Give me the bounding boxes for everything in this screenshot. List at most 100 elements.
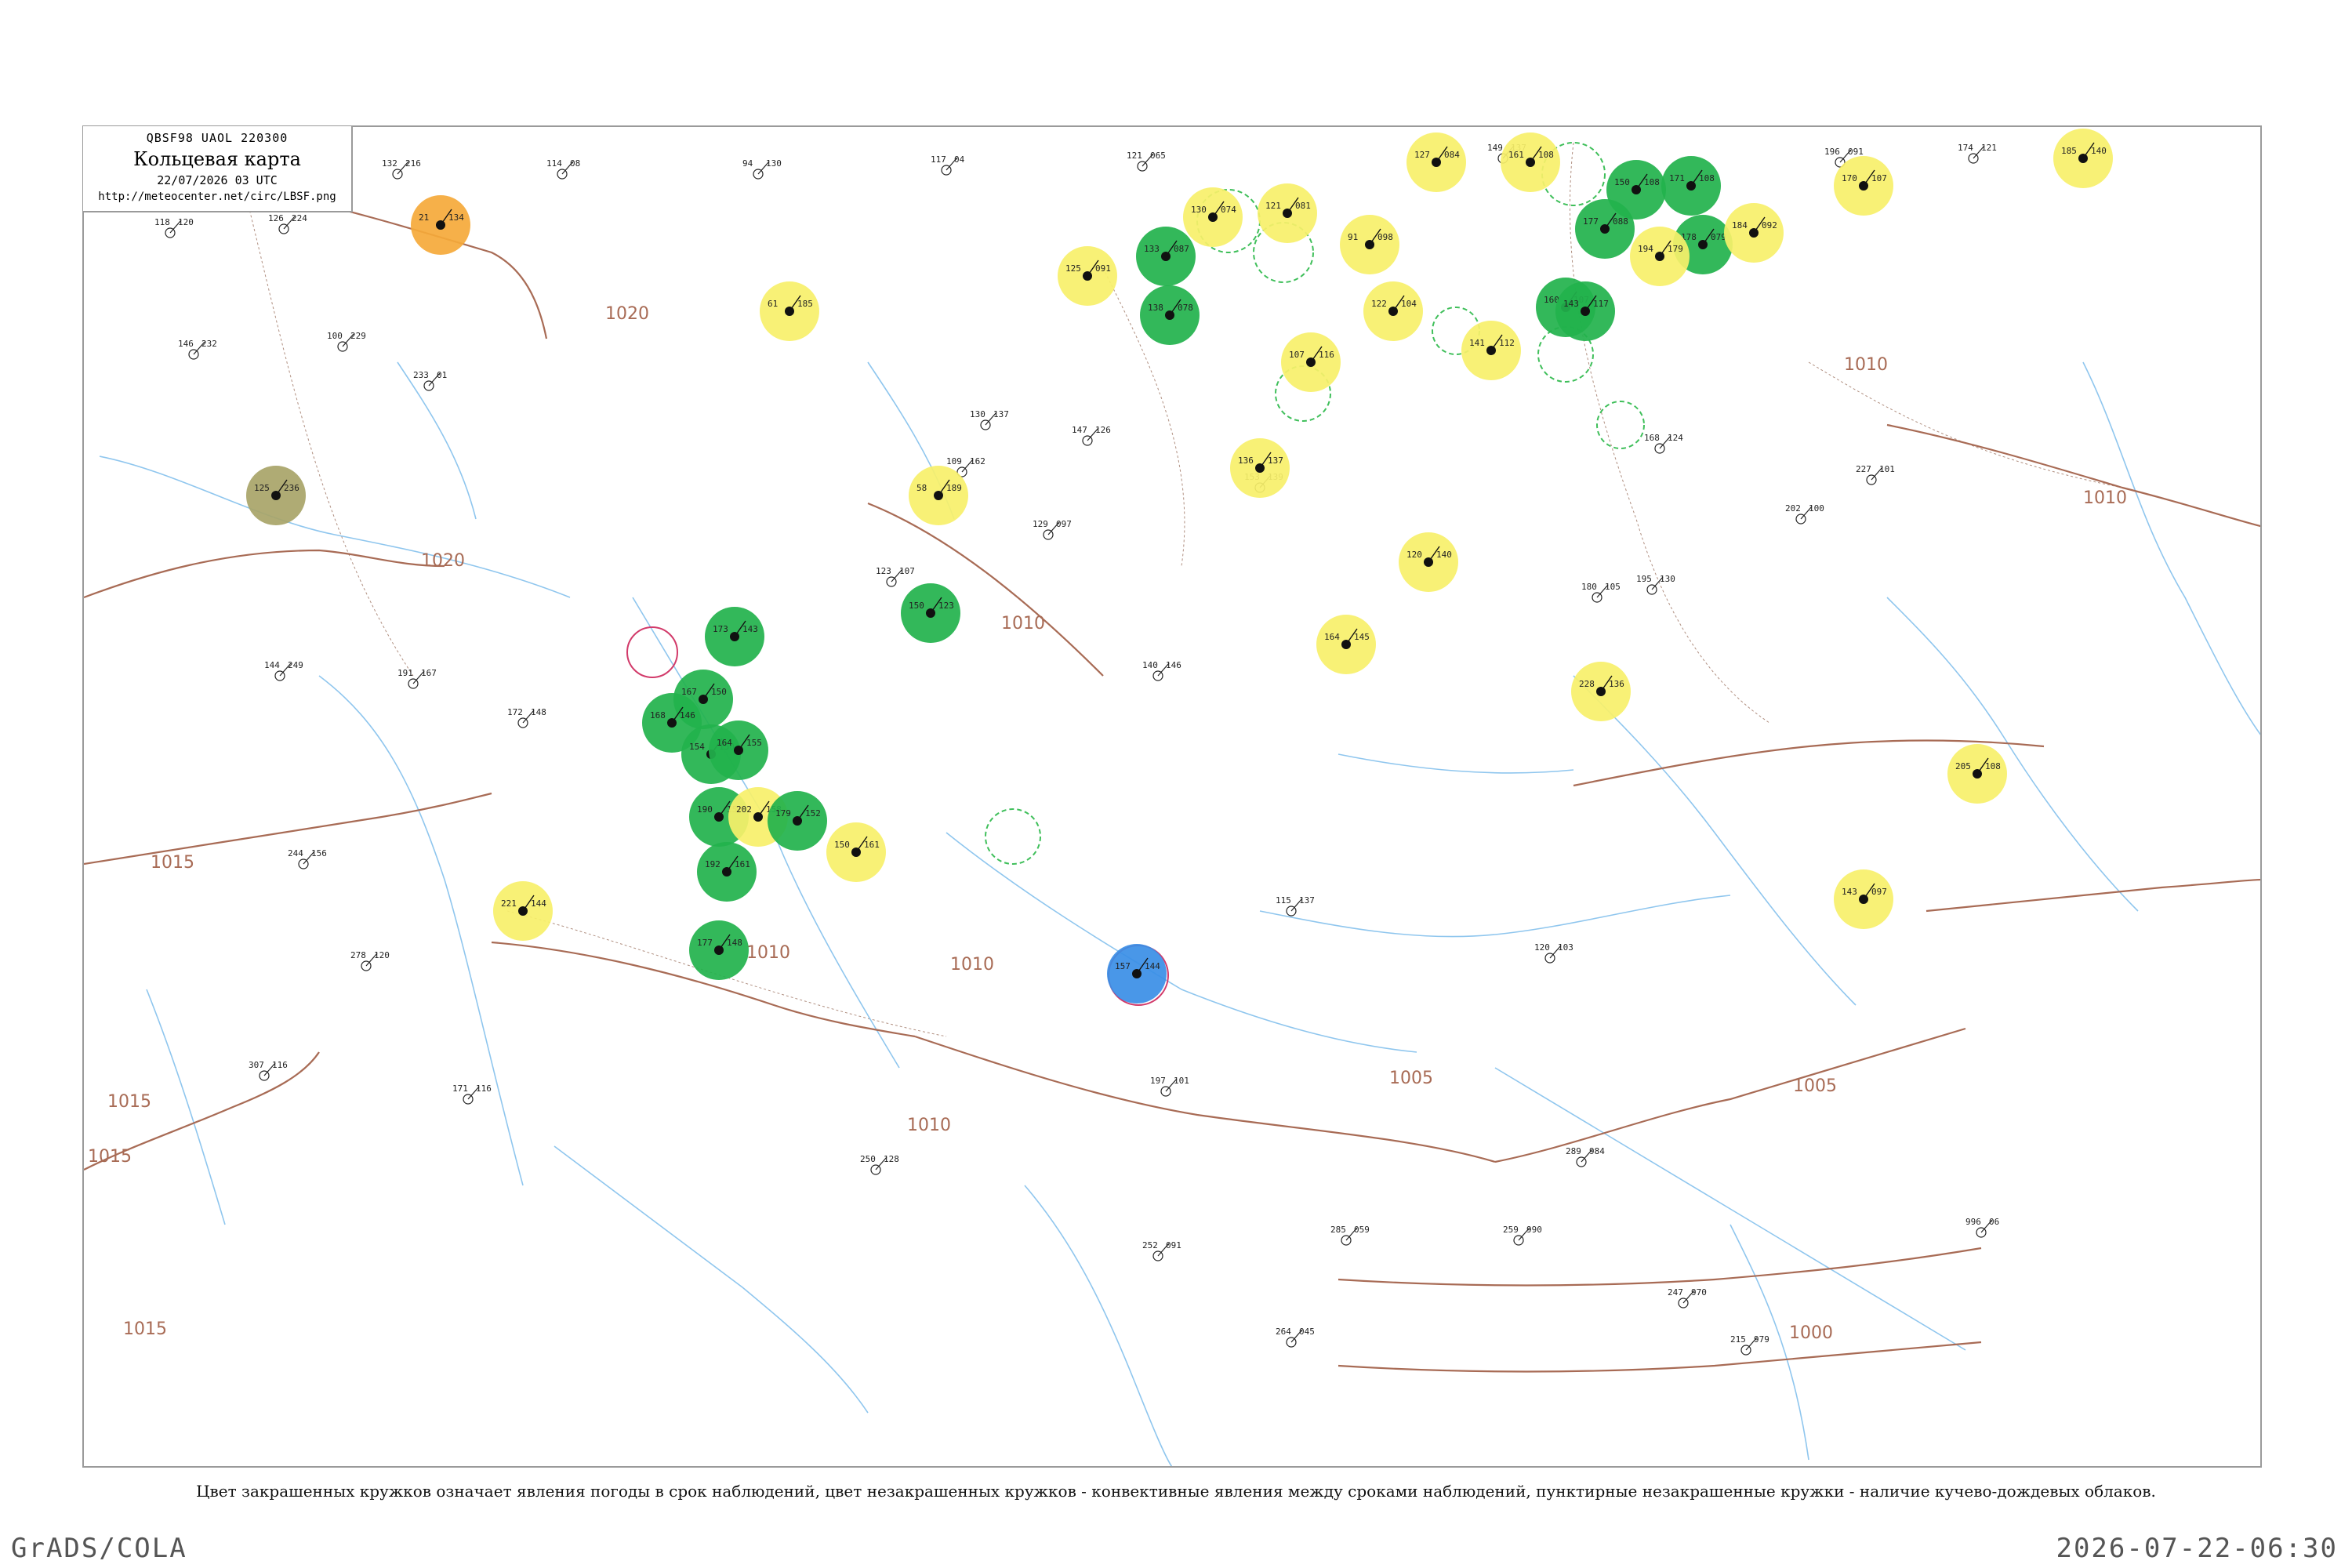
- station-pressure: 108: [1538, 150, 1554, 160]
- station-temperature: 195: [1636, 574, 1652, 584]
- station-pressure: 084: [1444, 150, 1460, 160]
- station-pressure: 091: [1166, 1240, 1181, 1250]
- station-pressure: 091: [1095, 263, 1111, 274]
- station-plot: 996 06: [1965, 1217, 1999, 1238]
- station-temperature: 180: [1581, 582, 1597, 592]
- station-temperature: 164: [1324, 632, 1340, 642]
- isobar-label: 1015: [151, 853, 194, 873]
- software-credit: GrADS/COLA: [11, 1533, 187, 1564]
- station-temperature: 227: [1856, 464, 1871, 474]
- station-pressure: 100: [1809, 503, 1824, 514]
- station-marker: [1388, 307, 1398, 316]
- station-temperature: 168: [1644, 433, 1660, 443]
- station-marker: [1306, 358, 1316, 367]
- station-temperature: 121: [1127, 151, 1142, 161]
- weather-station: 61 185: [760, 281, 819, 341]
- station-temperature: 157: [1115, 961, 1131, 971]
- station-plot: 252 091: [1142, 1240, 1181, 1261]
- station-plot: 144 249: [264, 660, 303, 681]
- station-temperature: 91: [1348, 232, 1358, 242]
- station-marker: [2078, 154, 2088, 163]
- station-pressure: 146: [1166, 660, 1181, 670]
- weather-station: 122 104: [1363, 281, 1423, 341]
- station-pressure: 103: [1558, 942, 1573, 953]
- station-plot: 259 990: [1503, 1225, 1542, 1246]
- weather-station: 221 144: [493, 881, 553, 941]
- station-marker: [734, 746, 743, 755]
- station-temperature: 141: [1469, 338, 1485, 348]
- station-temperature: 264: [1276, 1327, 1291, 1337]
- station-marker: [851, 848, 861, 857]
- station-temperature: 125: [1065, 263, 1081, 274]
- station-temperature: 136: [1238, 456, 1254, 466]
- station-pressure: 123: [938, 601, 954, 611]
- station-plot: 174 121: [1958, 143, 1997, 164]
- station-temperature: 140: [1142, 660, 1158, 670]
- station-pressure: 148: [531, 707, 546, 717]
- station-marker: [667, 718, 677, 728]
- station-marker: [436, 220, 445, 230]
- station-temperature: 196: [1824, 147, 1840, 157]
- station-pressure: 116: [1319, 350, 1334, 360]
- station-plot: 132 216: [382, 158, 421, 180]
- source-url[interactable]: http://meteocenter.net/circ/LBSF.png: [83, 191, 351, 203]
- station-marker: [1859, 895, 1868, 904]
- station-temperature: 202: [1785, 503, 1801, 514]
- weather-station: 171 108: [1661, 156, 1721, 216]
- station-pressure: 232: [201, 339, 217, 349]
- convective-rings: [626, 142, 1645, 1006]
- isobar-labels: 1020 1020 1015 1015 1015 1015 1010 1010 …: [88, 304, 2127, 1343]
- isobar-label: 1000: [1789, 1323, 1833, 1343]
- station-temperature: 202: [736, 804, 752, 815]
- station-temperature: 168: [650, 710, 666, 720]
- station-temperature: 259: [1503, 1225, 1519, 1235]
- station-temperature: 228: [1579, 679, 1595, 689]
- station-pressure: 121: [1981, 143, 1997, 153]
- weather-station: 228 136: [1571, 662, 1631, 721]
- weather-station: 21 134: [411, 195, 470, 255]
- station-temperature: 173: [713, 624, 728, 634]
- station-marker: [1486, 346, 1496, 355]
- station-plot: 118 120: [154, 217, 194, 238]
- weather-station: 170 107: [1834, 156, 1893, 216]
- weather-stations-filled: 21 134 125 236 61 185 125 091 133 087 138 078 130 074…: [246, 129, 2113, 1004]
- station-plot: 289 984: [1566, 1146, 1605, 1167]
- weather-station: 107 116: [1281, 332, 1341, 392]
- station-temperature: 150: [909, 601, 924, 611]
- station-temperature: 171: [1669, 173, 1685, 183]
- station-temperature: 138: [1148, 303, 1163, 313]
- station-pressure: 185: [797, 299, 813, 309]
- station-temperature: 115: [1276, 895, 1291, 906]
- weather-station: 157 144: [1107, 944, 1167, 1004]
- station-pressure: 229: [350, 331, 366, 341]
- station-plots: 1322161181201262242101331140894130117041…: [154, 143, 1999, 1356]
- station-marker: [1526, 158, 1535, 167]
- station-pressure: 112: [1499, 338, 1515, 348]
- station-temperature: 120: [1406, 550, 1422, 560]
- station-plot: 100 229: [327, 331, 366, 352]
- station-marker: [1161, 252, 1171, 261]
- station-pressure: 128: [884, 1154, 899, 1164]
- station-plot: 117 04: [931, 154, 965, 176]
- render-timestamp: 2026-07-22-06:30: [2056, 1533, 2338, 1564]
- station-temperature: 177: [697, 938, 713, 948]
- station-plot: 172 148: [507, 707, 546, 728]
- station-temperature: 144: [264, 660, 280, 670]
- station-pressure: 074: [1221, 205, 1236, 215]
- station-marker: [730, 632, 739, 641]
- station-marker: [1365, 240, 1374, 249]
- map-area: 1020 1020 1015 1015 1015 1015 1010 1010 …: [82, 125, 2262, 1468]
- station-temperature: 252: [1142, 1240, 1158, 1250]
- station-marker: [1165, 310, 1174, 320]
- station-plot: 227 101: [1856, 464, 1895, 485]
- station-temperature: 147: [1072, 425, 1087, 435]
- station-plot: 120 103: [1534, 942, 1573, 964]
- weather-station: 173 143: [705, 607, 764, 666]
- station-pressure: 146: [680, 710, 695, 720]
- station-marker: [1341, 640, 1351, 649]
- convective-ring: [626, 626, 678, 678]
- station-temperature: 154: [689, 742, 705, 752]
- station-marker: [1581, 307, 1590, 316]
- station-pressure: 137: [993, 409, 1009, 419]
- station-pressure: 108: [1644, 177, 1660, 187]
